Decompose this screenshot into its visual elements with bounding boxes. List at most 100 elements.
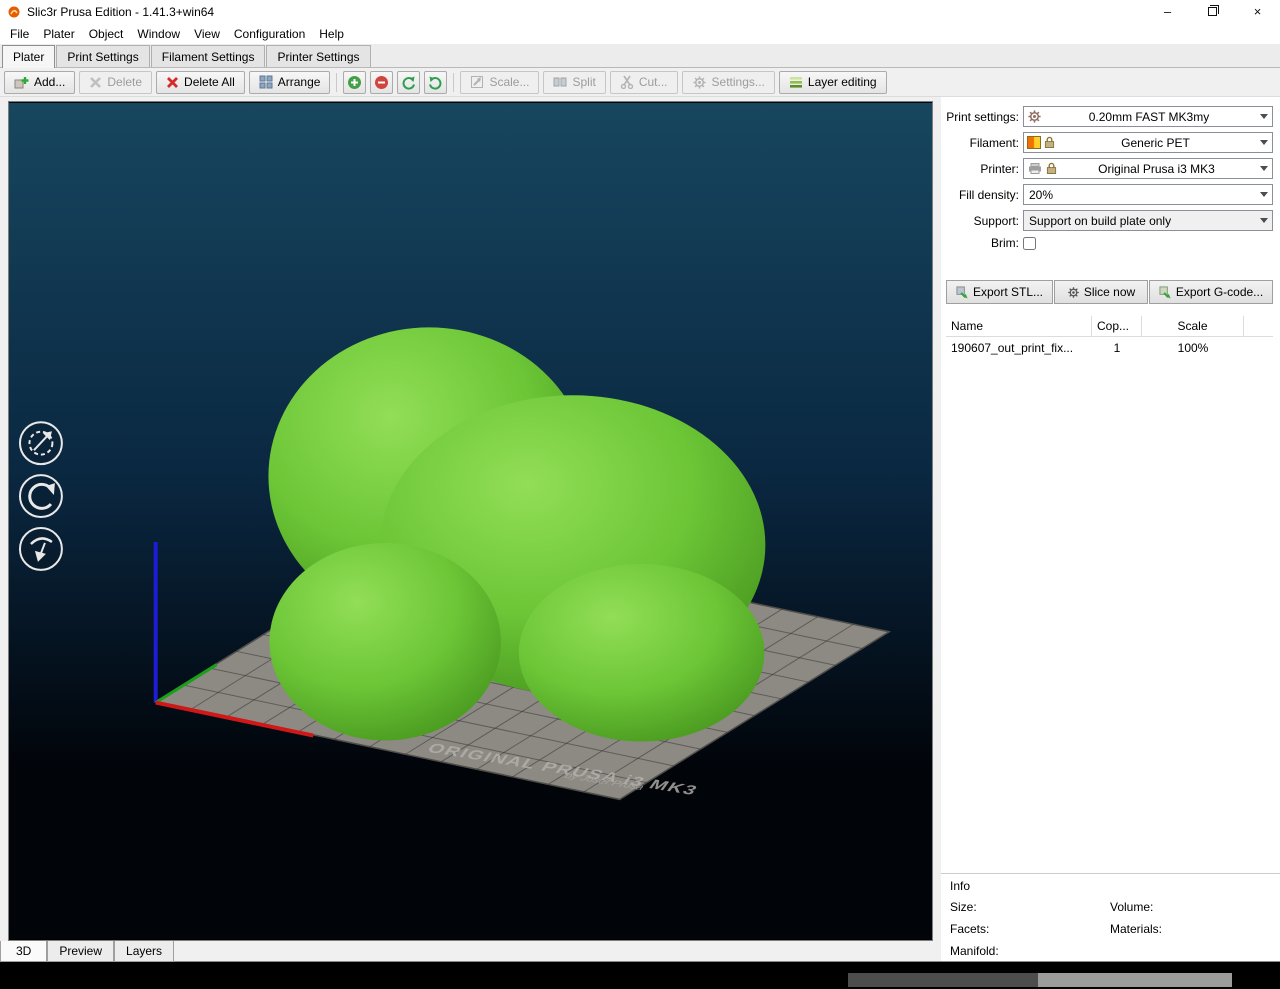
printer-select[interactable]: Original Prusa i3 MK3 — [1023, 158, 1273, 179]
table-row[interactable]: 190607_out_print_fix... 1 100% — [946, 337, 1273, 359]
restore-icon — [1208, 5, 1219, 16]
object-settings-button[interactable]: Settings... — [681, 70, 775, 94]
fill-density-select[interactable]: 20% — [1023, 184, 1273, 205]
lock-icon — [1044, 136, 1055, 148]
tab-preview[interactable]: Preview — [47, 941, 115, 962]
menu-configuration[interactable]: Configuration — [227, 24, 312, 44]
rotate-cw-icon — [429, 76, 442, 90]
viewport-column: ORIGINAL PRUSA i3 MK3 by Josef Prusa 3D … — [0, 97, 941, 962]
printer-row: Printer: Original Prusa i3 MK3 — [941, 158, 1273, 179]
rotate-ccw-icon — [403, 76, 416, 90]
minimize-button[interactable]: – — [1145, 0, 1190, 23]
tab-3d[interactable]: 3D — [0, 941, 48, 962]
add-icon — [14, 76, 29, 88]
tab-print-settings[interactable]: Print Settings — [56, 45, 150, 67]
tab-printer-settings[interactable]: Printer Settings — [266, 45, 371, 67]
printer-value: Original Prusa i3 MK3 — [1098, 161, 1215, 176]
object-name: 190607_out_print_fix... — [951, 341, 1074, 355]
dropdown-arrow-icon — [1256, 185, 1272, 204]
maximize-button[interactable] — [1190, 0, 1235, 23]
menu-help[interactable]: Help — [312, 24, 351, 44]
delete-icon — [90, 76, 102, 88]
export-gcode-button[interactable]: Export G-code... — [1149, 280, 1273, 304]
view-tabbar: 3D Preview Layers — [0, 941, 941, 962]
lock-icon — [1046, 162, 1057, 174]
dropdown-arrow-icon — [1256, 159, 1272, 178]
scale-icon — [471, 76, 484, 88]
menu-file[interactable]: File — [3, 24, 36, 44]
print-settings-row: Print settings: 0.20mm FAST MK3my — [941, 106, 1273, 127]
delete-all-button[interactable]: Delete All — [156, 70, 245, 94]
info-title: Info — [950, 879, 971, 893]
column-scale[interactable]: Scale — [1142, 316, 1244, 337]
viewport-3d[interactable]: ORIGINAL PRUSA i3 MK3 by Josef Prusa — [8, 101, 933, 941]
printer-label: Printer: — [980, 161, 1019, 176]
cut-icon — [620, 75, 634, 89]
split-button[interactable]: Split — [543, 70, 606, 94]
filament-swatch — [1027, 136, 1041, 149]
table-header: Name Cop... Scale — [946, 316, 1273, 337]
column-spacer — [1244, 337, 1273, 359]
taskbar-segment-dark — [848, 973, 1038, 987]
support-value: Support on build plate only — [1029, 213, 1172, 228]
scale-button[interactable]: Scale... — [460, 70, 540, 94]
facets-label: Facets: — [950, 922, 990, 936]
titlebar: Slic3r Prusa Edition - 1.41.3+win64 – × — [0, 0, 1280, 23]
column-copies[interactable]: Cop... — [1092, 316, 1142, 337]
print-settings-label: Print settings: — [946, 109, 1019, 124]
slice-now-button[interactable]: Slice now — [1054, 280, 1148, 304]
print-settings-select[interactable]: 0.20mm FAST MK3my — [1023, 106, 1273, 127]
undo-rotate-icon[interactable] — [18, 474, 63, 519]
place-on-bed-icon[interactable] — [18, 526, 63, 571]
size-label: Size: — [950, 900, 977, 914]
rotate-cw-button[interactable] — [424, 70, 448, 94]
support-label: Support: — [973, 213, 1019, 228]
decrease-copies-button[interactable] — [370, 70, 394, 94]
rotate-ccw-button[interactable] — [397, 70, 421, 94]
tab-filament-settings[interactable]: Filament Settings — [150, 45, 266, 67]
support-select[interactable]: Support on build plate only — [1023, 210, 1273, 231]
menu-view[interactable]: View — [187, 24, 227, 44]
window-controls: – × — [1145, 0, 1280, 23]
add-button[interactable]: Add... — [4, 70, 76, 94]
dropdown-arrow-icon — [1256, 133, 1272, 152]
toolbar-separator — [453, 72, 455, 92]
split-icon — [553, 77, 567, 87]
menu-plater[interactable]: Plater — [36, 24, 81, 44]
toolbar: Add... Delete Delete All Arrange Scale..… — [0, 68, 1280, 97]
increase-copies-button[interactable] — [343, 70, 367, 94]
layer-editing-button[interactable]: Layer editing — [778, 70, 887, 94]
sidebar: Print settings: 0.20mm FAST MK3my Filame… — [941, 97, 1280, 961]
column-spacer — [1244, 316, 1273, 337]
object-table: Name Cop... Scale 190607_out_print_fix..… — [946, 316, 1273, 873]
object-scale: 100% — [1177, 341, 1209, 355]
column-name[interactable]: Name — [946, 316, 1092, 337]
menu-object[interactable]: Object — [82, 24, 131, 44]
scene-3d[interactable]: ORIGINAL PRUSA i3 MK3 by Josef Prusa — [9, 102, 932, 940]
menu-window[interactable]: Window — [130, 24, 187, 44]
delete-all-icon — [167, 76, 179, 88]
rotate-view-icon[interactable] — [18, 421, 63, 466]
delete-button[interactable]: Delete — [79, 70, 153, 94]
volume-label: Volume: — [1110, 900, 1154, 914]
fill-density-row: Fill density: 20% — [941, 184, 1273, 205]
info-spacer — [1110, 944, 1271, 958]
settings-icon — [692, 75, 706, 89]
close-button[interactable]: × — [1235, 0, 1280, 23]
object-copies: 1 — [1113, 341, 1121, 355]
arrange-button[interactable]: Arrange — [248, 70, 331, 94]
filament-select[interactable]: Generic PET — [1023, 132, 1273, 153]
info-panel: Info Size: Volume: Facets: Materials: Ma… — [941, 873, 1280, 961]
tab-plater[interactable]: Plater — [2, 45, 56, 68]
printer-icon — [1029, 163, 1041, 174]
info-grid: Size: Volume: Facets: Materials: Manifol… — [950, 900, 1271, 958]
export-stl-button[interactable]: Export STL... — [946, 280, 1053, 304]
brim-label: Brim: — [991, 236, 1019, 250]
brim-checkbox[interactable] — [1023, 236, 1036, 250]
cut-button[interactable]: Cut... — [609, 70, 678, 94]
toolbar-separator — [336, 72, 338, 92]
main-area: ORIGINAL PRUSA i3 MK3 by Josef Prusa 3D … — [0, 97, 1280, 962]
tab-layers[interactable]: Layers — [114, 941, 175, 962]
decrease-copies-icon — [375, 75, 389, 89]
filament-label: Filament: — [969, 135, 1019, 150]
